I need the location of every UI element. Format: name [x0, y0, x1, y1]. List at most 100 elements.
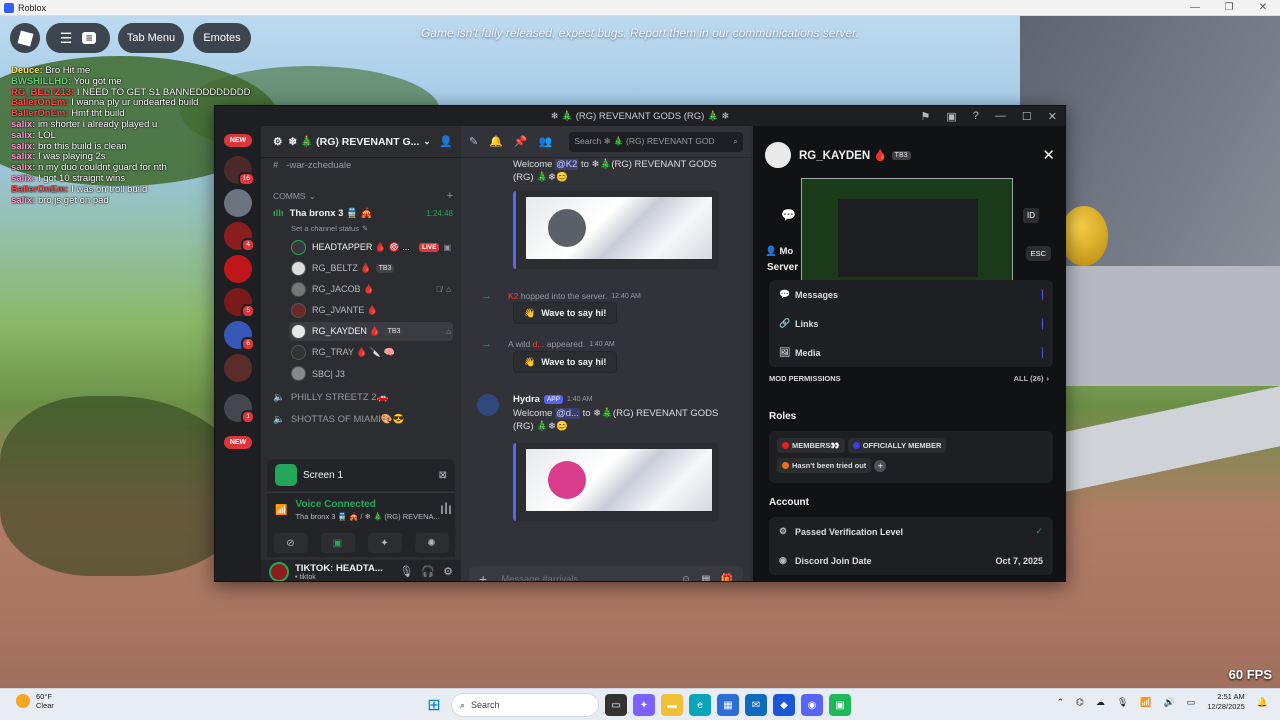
role-chip[interactable]: Hasn't been tried out — [777, 458, 872, 473]
chat-author[interactable]: salix: — [11, 163, 38, 173]
soundboard-icon[interactable]: ✺ — [414, 533, 449, 553]
voice-user[interactable]: SBC| J3 — [289, 364, 453, 383]
stop-share-icon[interactable]: ⊠ — [439, 470, 447, 481]
discord-taskbar-icon[interactable]: ◉ — [801, 694, 823, 716]
voice-user[interactable]: HEADTAPPER 🩸 🎯 ... LIVE ▣ — [289, 238, 453, 257]
help-icon[interactable]: ? — [973, 110, 979, 123]
search-input[interactable]: Search ❄ 🎄 (RG) REVENANT GOD ⌕ — [569, 131, 743, 152]
maximize-button[interactable]: ❐ — [1212, 2, 1246, 13]
chat-author[interactable]: salix: — [11, 152, 38, 162]
discord-overlay[interactable]: ❄ 🎄 (RG) REVENANT GODS (RG) 🎄 ❄ ⚑ ▣ ? — … — [214, 105, 1066, 582]
activity-messages[interactable]: 💬 Messages — [769, 280, 1053, 309]
image-embed[interactable] — [513, 443, 718, 521]
server-icon[interactable]: 1 — [224, 394, 255, 424]
taskbar-search[interactable]: ⌕ Search — [451, 693, 599, 717]
image-embed[interactable] — [513, 191, 718, 269]
notification-icon[interactable]: 🔔 — [1257, 697, 1268, 708]
wave-button[interactable]: 👋 Wave to say hi! — [513, 351, 618, 373]
close-button[interactable]: ✕ — [1246, 2, 1280, 13]
wifi-icon[interactable]: 📶 — [1140, 697, 1151, 708]
copy-id-button[interactable]: ID — [1023, 208, 1039, 223]
headphones-icon[interactable]: 🎧 — [421, 565, 435, 578]
screen-share-button[interactable]: ▣ — [320, 533, 355, 553]
close-icon[interactable]: ✕ — [1048, 110, 1057, 123]
channel-status-prompt[interactable]: Set a channel status ✎ — [291, 224, 453, 233]
message-composer[interactable]: + Message #arrivals ☺ ▦ 🎁 — [469, 566, 743, 582]
camera-off-icon[interactable]: ⊘ — [273, 533, 308, 553]
add-channel-icon[interactable]: + — [447, 190, 453, 202]
chevron-up-icon[interactable]: ⌃ — [1056, 697, 1064, 708]
chat-author[interactable]: salix: — [11, 120, 38, 130]
author-name[interactable]: Hydra — [513, 394, 540, 405]
username[interactable]: K2 — [508, 291, 518, 301]
server-icon[interactable]: 5 — [224, 288, 255, 318]
user-panel[interactable]: TIKTOK: HEADTA... • tiktok 🎙 🎧 ⚙ — [261, 560, 461, 581]
gift-icon[interactable]: 🎁 — [721, 574, 733, 582]
battery-icon[interactable]: ▭ — [1187, 697, 1196, 708]
close-icon[interactable]: ✕ — [1042, 146, 1055, 164]
bot-avatar[interactable] — [477, 394, 499, 416]
server-icon[interactable] — [224, 189, 252, 217]
add-attachment-icon[interactable]: + — [479, 571, 487, 581]
role-chip[interactable]: MEMBERS👀 — [777, 438, 845, 453]
voice-channel[interactable]: 🔈 SHOTTAS OF MIAMI🎨😎 — [273, 414, 453, 425]
voice-user[interactable]: RG_TRAY 🩸 🔪 🧠 — [289, 343, 453, 362]
wave-button[interactable]: 👋 Wave to say hi! — [513, 302, 618, 324]
screen-share-row[interactable]: Screen 1 ⊠ — [267, 459, 455, 491]
chat-author[interactable]: BWSHILLHD: — [11, 77, 74, 87]
chat-author[interactable]: salix: — [11, 196, 38, 206]
chat-author[interactable]: salix: — [11, 174, 38, 184]
copilot-icon[interactable]: ✦ — [633, 694, 655, 716]
microphone-icon[interactable]: 🎙 — [399, 565, 413, 578]
task-view-icon[interactable]: ▭ — [605, 694, 627, 716]
add-user-icon[interactable]: 👤 — [439, 135, 453, 148]
username[interactable]: d... — [533, 339, 545, 349]
maximize-icon[interactable]: ☐ — [1022, 110, 1032, 123]
overlay-icon[interactable]: ▣ — [946, 110, 956, 123]
microphone-icon[interactable]: 🎙 — [1117, 697, 1128, 708]
edge-icon[interactable]: e — [689, 694, 711, 716]
stream-preview[interactable] — [801, 178, 1013, 296]
voice-user[interactable]: RG_BELTZ 🩸 TB3 — [289, 259, 453, 278]
mention[interactable]: @d... — [555, 408, 580, 419]
cloud-icon[interactable]: ☁ — [1096, 697, 1105, 708]
chat-author[interactable]: Deuce: — [11, 66, 45, 76]
message-icon[interactable]: 💬 — [781, 208, 796, 222]
bell-icon[interactable]: 🔔 — [489, 135, 503, 148]
chat-author[interactable]: salix: — [11, 142, 38, 152]
pin-icon[interactable]: 📌 — [514, 135, 528, 148]
server-icon[interactable] — [224, 354, 252, 382]
server-header[interactable]: ⚙ ❄ 🎄 (RG) REVENANT G... ⌄ 👤 — [261, 126, 461, 158]
minimize-icon[interactable]: — — [995, 110, 1006, 123]
server-icon[interactable] — [224, 255, 252, 283]
chat-author[interactable]: salix: — [11, 131, 38, 141]
clock[interactable]: 2:51 AM 12/28/2025 — [1207, 692, 1245, 712]
threads-icon[interactable]: ✎ — [469, 135, 478, 148]
server-icon[interactable]: 6 — [224, 321, 255, 351]
mention[interactable]: @K2 — [555, 159, 579, 170]
members-icon[interactable]: 👥 — [539, 135, 553, 148]
roblox-taskbar-icon[interactable]: ◆ — [773, 694, 795, 716]
app-taskbar-icon[interactable]: ▣ — [829, 694, 851, 716]
emoji-icon[interactable]: ☺ — [681, 574, 691, 582]
network-icon[interactable]: ⌬ — [1076, 697, 1084, 708]
outlook-icon[interactable]: ✉ — [745, 694, 767, 716]
chat-author[interactable]: BallerOnEm: — [11, 109, 71, 119]
store-icon[interactable]: ▦ — [717, 694, 739, 716]
chat-author[interactable]: RG_BELTZ13: — [11, 88, 77, 98]
activity-media[interactable]: 🖼 Media — [769, 338, 1053, 367]
channel-war-schedule[interactable]: # -war-zcheduale — [273, 160, 453, 171]
file-explorer-icon[interactable]: ▬ — [661, 694, 683, 716]
weather-widget[interactable]: 60°F Clear — [16, 692, 54, 710]
voice-channel-active[interactable]: ıllı Tha bronx 3 🚆 🎪 1:24:48 — [273, 208, 453, 219]
esc-button[interactable]: ESC — [1025, 246, 1051, 261]
start-icon[interactable]: ⊞ — [423, 694, 445, 716]
voice-user[interactable]: RG_JACOB 🩸 🎙̸ ⌂ — [289, 280, 453, 299]
activity-links[interactable]: 🔗 Links — [769, 309, 1053, 338]
gear-icon[interactable]: ⚙ — [443, 565, 453, 578]
pin-icon[interactable]: ⚑ — [921, 110, 931, 123]
voice-channel[interactable]: 🔈 PHILLY STREETZ 2🚗 — [273, 392, 453, 403]
activities-icon[interactable]: ✦ — [367, 533, 402, 553]
mod-permissions-row[interactable]: MOD PERMISSIONS ALL (26) › — [769, 374, 1049, 383]
chat-author[interactable]: BallerOnEm: — [11, 98, 71, 108]
